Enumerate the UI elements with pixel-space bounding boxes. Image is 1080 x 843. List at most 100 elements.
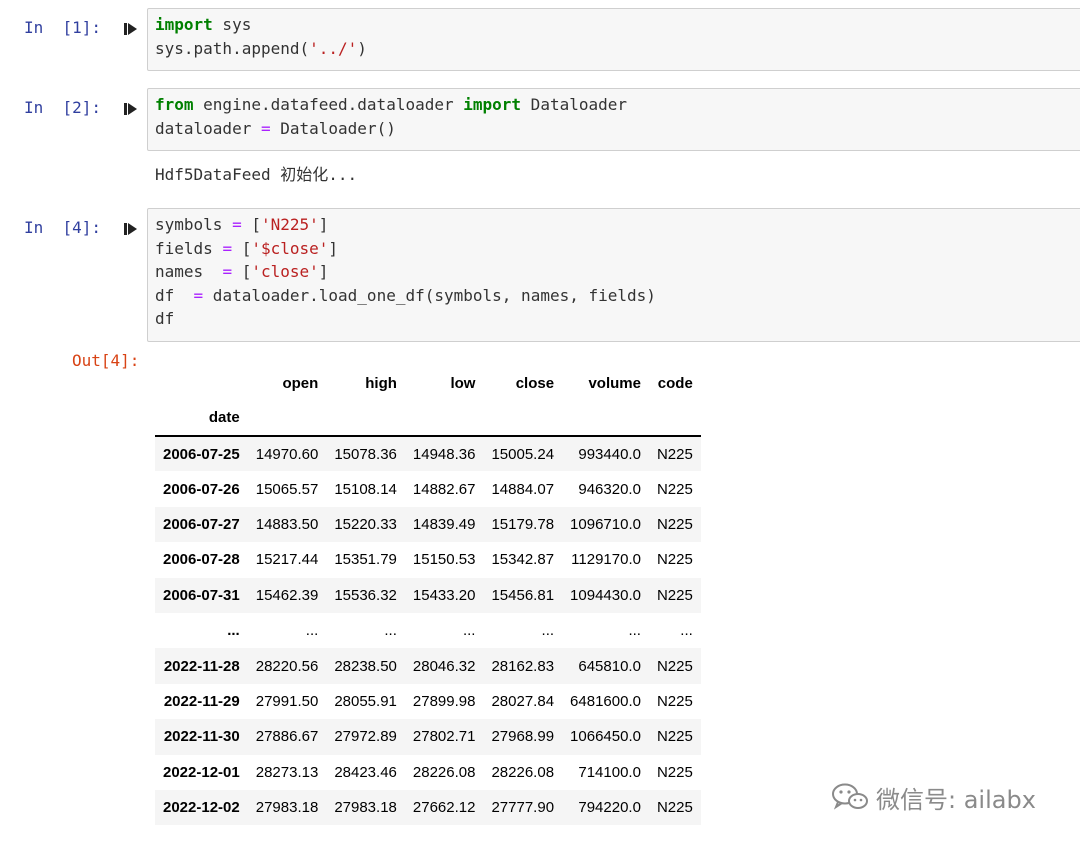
table-cell: ... — [541, 622, 555, 640]
code-line: fields = ['$close'] — [155, 237, 1080, 261]
table-cell: 27983.18 — [255, 799, 319, 817]
code-string: '../' — [309, 38, 358, 58]
table-cell: 14970.60 — [255, 445, 319, 463]
table-cell: 28238.50 — [334, 657, 397, 675]
code-token: names — [155, 262, 223, 281]
input-prompt: In [2]: — [24, 98, 102, 117]
code-line: import sys — [155, 13, 1080, 37]
dataframe-table: open high low close volume code date 200… — [155, 366, 701, 826]
output-prompt: Out[4]: — [72, 351, 140, 370]
wechat-icon — [832, 783, 868, 810]
table-cell: N225 — [656, 728, 693, 746]
code-token: ] — [318, 262, 329, 281]
column-header: low — [450, 374, 476, 392]
code-token: df — [155, 309, 175, 328]
empty-header — [562, 400, 649, 437]
code-line: df — [155, 307, 1080, 331]
row-index: 2006-07-26 — [163, 480, 240, 498]
table-cell: 28220.56 — [255, 657, 319, 675]
table-cell: 28027.84 — [491, 692, 555, 710]
code-token: ] — [318, 215, 329, 234]
table-cell: 27983.18 — [334, 799, 397, 817]
code-line: symbols = ['N225'] — [155, 213, 1080, 237]
code-token: [ — [241, 215, 261, 234]
code-token: dataloader — [155, 118, 261, 138]
table-cell: 645810.0 — [578, 657, 641, 675]
code-operator: = — [222, 238, 233, 258]
empty-header — [326, 400, 405, 437]
row-index: 2022-12-01 — [163, 763, 240, 781]
code-token: sys — [212, 15, 252, 34]
table-cell: 28046.32 — [412, 657, 476, 675]
table-cell: N225 — [656, 515, 693, 533]
table-row: 2022-11-30 27886.67 27972.89 27802.71 27968.… — [155, 719, 701, 755]
watermark-text: 微信号: ailabx — [876, 785, 1036, 814]
table-cell: 15217.44 — [255, 551, 319, 569]
table-cell: 14839.49 — [412, 515, 476, 533]
code-line: from engine.datafeed.dataloader import D… — [155, 93, 1080, 117]
table-cell: N225 — [656, 799, 693, 817]
code-token: engine.datafeed.dataloader — [193, 95, 464, 114]
table-cell: 15351.79 — [334, 551, 397, 569]
index-name-row: date — [155, 400, 701, 437]
table-cell: 1094430.0 — [570, 586, 641, 604]
run-cell-icon[interactable] — [124, 222, 138, 236]
table-cell: 28162.83 — [491, 657, 555, 675]
table-cell: 15342.87 — [491, 551, 555, 569]
table-body: 2006-07-25 14970.60 15078.36 14948.36 15005.… — [155, 436, 701, 826]
row-index: 2006-07-31 — [163, 586, 240, 604]
code-input-area[interactable]: import sys sys.path.append('../') — [147, 8, 1080, 71]
run-cell-icon[interactable] — [124, 102, 138, 116]
table-cell: 28226.08 — [412, 763, 476, 781]
table-cell: 28226.08 — [491, 763, 555, 781]
table-cell: ... — [384, 622, 397, 640]
column-header-row: open high low close volume code — [155, 366, 701, 400]
table-row: 2022-11-28 28220.56 28238.50 28046.32 28162.… — [155, 648, 701, 684]
table-cell: N225 — [656, 480, 693, 498]
row-index: 2006-07-25 — [163, 445, 240, 463]
row-index: 2022-11-30 — [163, 728, 240, 746]
code-keyword: from — [155, 95, 194, 114]
code-line: df = dataloader.load_one_df(symbols, nam… — [155, 284, 1080, 308]
table-cell: 27968.99 — [491, 728, 555, 746]
table-cell: ... — [305, 622, 319, 640]
table-cell: 28273.13 — [255, 763, 319, 781]
table-cell: 714100.0 — [578, 763, 641, 781]
code-input-area[interactable]: symbols = ['N225'] fields = ['$close'] n… — [147, 208, 1080, 342]
column-header: open — [282, 374, 319, 392]
index-name: date — [155, 400, 248, 437]
table-cell: 14948.36 — [412, 445, 476, 463]
watermark: 微信号: ailabx — [830, 780, 1036, 814]
table-cell: 15108.14 — [334, 480, 397, 498]
code-line: dataloader = Dataloader() — [155, 117, 1080, 141]
row-index: 2022-12-02 — [163, 799, 240, 817]
table-row: 2006-07-27 14883.50 15220.33 14839.49 15179.… — [155, 506, 701, 543]
column-header: code — [657, 374, 693, 392]
code-token: [ — [232, 238, 252, 258]
table-cell: 15433.20 — [412, 586, 476, 604]
table-cell: 27662.12 — [412, 799, 476, 817]
index-corner — [155, 366, 248, 400]
table-cell: 15065.57 — [255, 480, 319, 498]
code-token: ] — [328, 238, 339, 258]
table-cell: ... — [680, 622, 693, 640]
run-cell-icon[interactable] — [124, 22, 138, 36]
code-token: Dataloader() — [270, 118, 396, 138]
column-header: volume — [588, 374, 641, 392]
table-cell: 15150.53 — [412, 551, 476, 569]
table-cell: 1129170.0 — [571, 551, 641, 569]
row-index: 2006-07-28 — [163, 551, 240, 569]
empty-header — [648, 400, 701, 437]
column-header: close — [515, 374, 555, 392]
table-cell: 14882.67 — [412, 480, 476, 498]
code-token: symbols — [155, 215, 233, 234]
table-cell: 27899.98 — [412, 692, 476, 710]
table-row: 2006-07-25 14970.60 15078.36 14948.36 15005.… — [155, 436, 701, 472]
table-cell: 14884.07 — [491, 480, 555, 498]
table-cell: N225 — [656, 551, 693, 569]
code-token: fields — [155, 238, 223, 258]
table-cell: 15220.33 — [334, 515, 397, 533]
table-cell: 1066450.0 — [570, 728, 641, 746]
code-input-area[interactable]: from engine.datafeed.dataloader import D… — [147, 88, 1080, 151]
table-cell: ... — [628, 622, 641, 640]
